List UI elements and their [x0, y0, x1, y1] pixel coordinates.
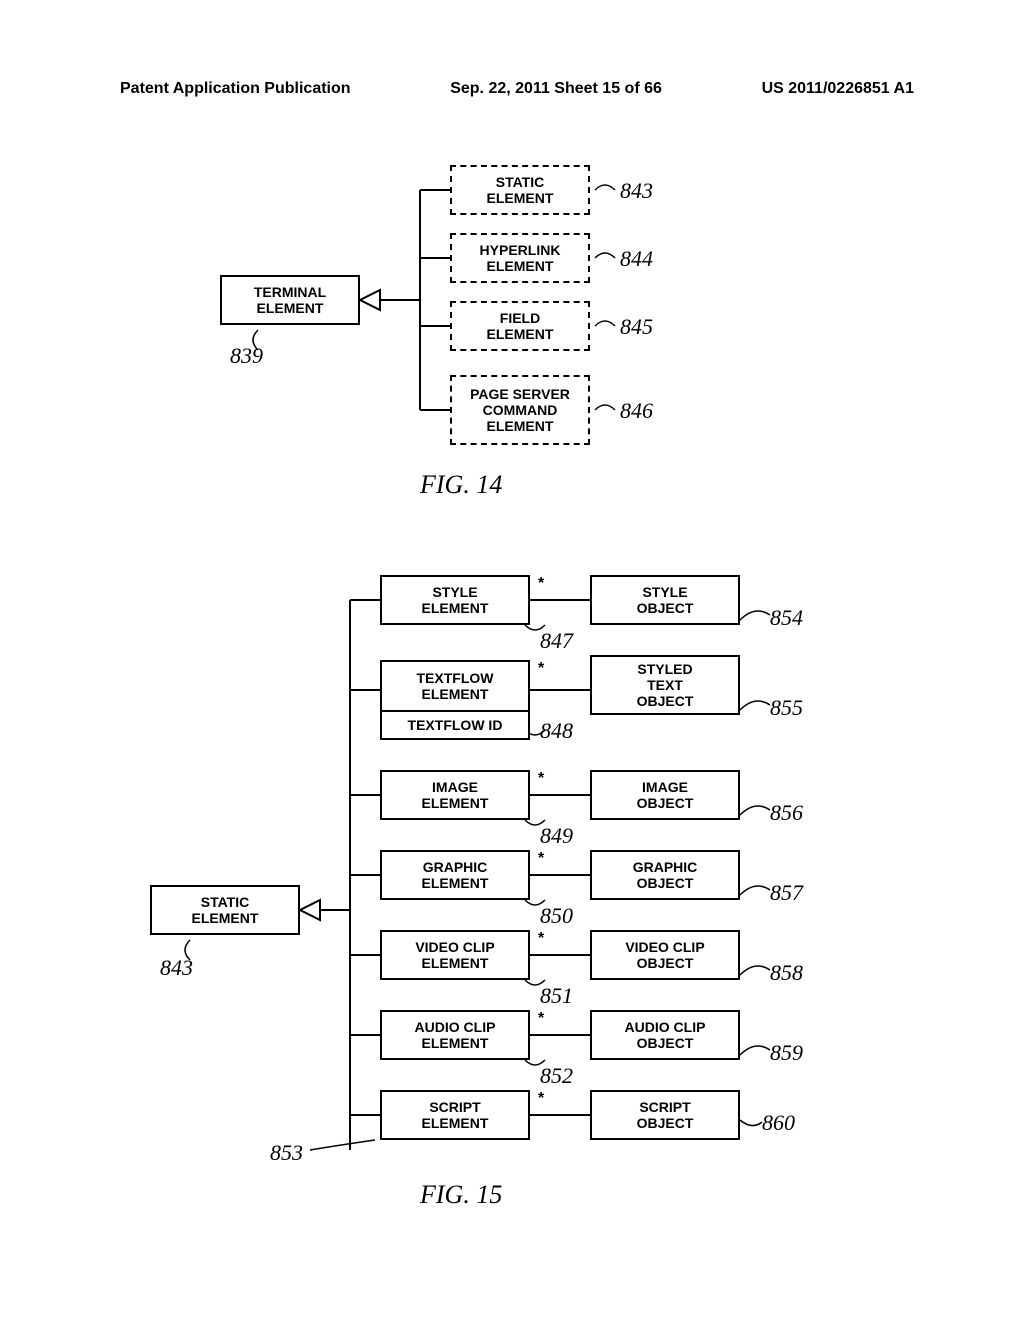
audio-clip-element-label: AUDIO CLIP ELEMENT: [382, 1019, 528, 1051]
star-849: *: [538, 770, 544, 788]
ref-848: 848: [540, 718, 573, 744]
field-element-label: FIELD ELEMENT: [452, 310, 588, 342]
static-element-box-fig15: STATIC ELEMENT: [150, 885, 300, 935]
style-element-label: STYLE ELEMENT: [382, 584, 528, 616]
terminal-element-box: TERMINAL ELEMENT: [220, 275, 360, 325]
page-header: Patent Application Publication Sep. 22, …: [0, 80, 1024, 98]
star-853: *: [538, 1090, 544, 1108]
audio-clip-object-label: AUDIO CLIP OBJECT: [592, 1019, 738, 1051]
ref-843a: 843: [620, 178, 653, 204]
hyperlink-element-label: HYPERLINK ELEMENT: [452, 242, 588, 274]
ref-859: 859: [770, 1040, 803, 1066]
styled-text-object-box: STYLED TEXT OBJECT: [590, 655, 740, 715]
field-element-box: FIELD ELEMENT: [450, 301, 590, 351]
video-clip-object-label: VIDEO CLIP OBJECT: [592, 939, 738, 971]
textflow-id-label: TEXTFLOW ID: [382, 717, 528, 733]
textflow-element-label: TEXTFLOW ELEMENT: [382, 670, 528, 702]
ref-857: 857: [770, 880, 803, 906]
header-left: Patent Application Publication: [120, 80, 351, 98]
graphic-object-label: GRAPHIC OBJECT: [592, 859, 738, 891]
page-server-command-element-label: PAGE SERVER COMMAND ELEMENT: [452, 386, 588, 434]
star-850: *: [538, 850, 544, 868]
header-right: US 2011/0226851 A1: [762, 80, 914, 98]
script-element-label: SCRIPT ELEMENT: [382, 1099, 528, 1131]
graphic-element-box: GRAPHIC ELEMENT: [380, 850, 530, 900]
image-element-label: IMAGE ELEMENT: [382, 779, 528, 811]
page-server-command-element-box: PAGE SERVER COMMAND ELEMENT: [450, 375, 590, 445]
video-clip-element-label: VIDEO CLIP ELEMENT: [382, 939, 528, 971]
ref-844: 844: [620, 246, 653, 272]
ref-847: 847: [540, 628, 573, 654]
ref-843b: 843: [160, 955, 193, 981]
video-clip-element-box: VIDEO CLIP ELEMENT: [380, 930, 530, 980]
star-848: *: [538, 660, 544, 678]
terminal-element-label: TERMINAL ELEMENT: [222, 284, 358, 316]
ref-858: 858: [770, 960, 803, 986]
style-object-box: STYLE OBJECT: [590, 575, 740, 625]
image-object-box: IMAGE OBJECT: [590, 770, 740, 820]
fig14-caption: FIG. 14: [420, 470, 502, 500]
header-center: Sep. 22, 2011 Sheet 15 of 66: [450, 80, 662, 98]
textflow-id-attr: TEXTFLOW ID: [380, 710, 530, 740]
audio-clip-object-box: AUDIO CLIP OBJECT: [590, 1010, 740, 1060]
script-object-label: SCRIPT OBJECT: [592, 1099, 738, 1131]
ref-850: 850: [540, 903, 573, 929]
style-object-label: STYLE OBJECT: [592, 584, 738, 616]
graphic-object-box: GRAPHIC OBJECT: [590, 850, 740, 900]
hyperlink-element-box: HYPERLINK ELEMENT: [450, 233, 590, 283]
graphic-element-label: GRAPHIC ELEMENT: [382, 859, 528, 891]
ref-851: 851: [540, 983, 573, 1009]
ref-856: 856: [770, 800, 803, 826]
ref-852: 852: [540, 1063, 573, 1089]
styled-text-object-label: STYLED TEXT OBJECT: [592, 661, 738, 709]
style-element-box: STYLE ELEMENT: [380, 575, 530, 625]
ref-860: 860: [762, 1110, 795, 1136]
static-element-box-fig14: STATIC ELEMENT: [450, 165, 590, 215]
ref-839: 839: [230, 343, 263, 369]
image-element-box: IMAGE ELEMENT: [380, 770, 530, 820]
audio-clip-element-box: AUDIO CLIP ELEMENT: [380, 1010, 530, 1060]
ref-846: 846: [620, 398, 653, 424]
ref-853: 853: [270, 1140, 303, 1166]
image-object-label: IMAGE OBJECT: [592, 779, 738, 811]
script-object-box: SCRIPT OBJECT: [590, 1090, 740, 1140]
ref-849: 849: [540, 823, 573, 849]
static-element-label-fig14: STATIC ELEMENT: [452, 174, 588, 206]
fig15-caption: FIG. 15: [420, 1180, 502, 1210]
star-851: *: [538, 930, 544, 948]
ref-845: 845: [620, 314, 653, 340]
ref-854: 854: [770, 605, 803, 631]
star-847: *: [538, 575, 544, 593]
textflow-element-box: TEXTFLOW ELEMENT: [380, 660, 530, 710]
script-element-box: SCRIPT ELEMENT: [380, 1090, 530, 1140]
static-element-label-fig15: STATIC ELEMENT: [152, 894, 298, 926]
star-852: *: [538, 1010, 544, 1028]
video-clip-object-box: VIDEO CLIP OBJECT: [590, 930, 740, 980]
ref-855: 855: [770, 695, 803, 721]
